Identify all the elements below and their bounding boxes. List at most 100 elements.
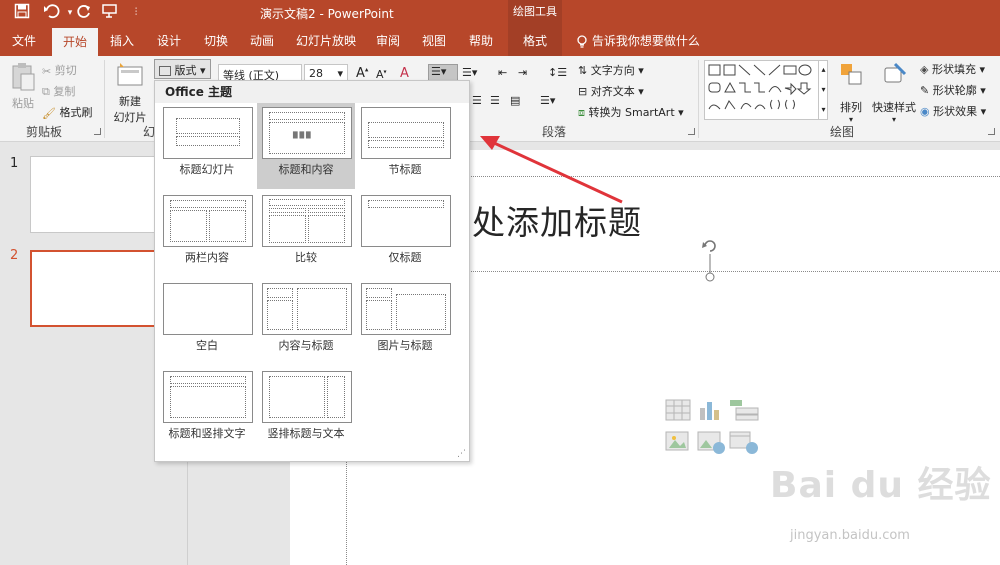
clear-format-button[interactable]: A — [400, 66, 409, 81]
clipboard-group-label: 剪贴板 — [26, 125, 63, 139]
tab-format[interactable]: 格式 — [508, 26, 562, 56]
chevron-down-icon: ▾ — [638, 85, 644, 98]
line-spacing-button[interactable]: ↕☰ — [548, 66, 567, 79]
tab-slideshow[interactable]: 幻灯片放映 — [288, 26, 364, 56]
customize-qat-icon[interactable]: ⫶ — [126, 3, 146, 23]
shape-fill-button[interactable]: ◈ 形状填充 ▾ — [920, 61, 985, 77]
convert-smartart-button[interactable]: ⧈ 转换为 SmartArt ▾ — [578, 104, 684, 120]
drawing-launcher-icon[interactable] — [988, 128, 995, 135]
smartart-label: 转换为 SmartArt — [588, 106, 675, 119]
text-direction-button[interactable]: ⇅ 文字方向 ▾ — [578, 62, 644, 78]
cut-button[interactable]: ✂ 剪切 — [42, 62, 77, 78]
resize-grip-icon[interactable]: ⋰ — [457, 449, 466, 459]
smartart-icon[interactable] — [730, 400, 759, 421]
tab-transitions[interactable]: 切换 — [194, 26, 238, 56]
online-picture-icon[interactable] — [697, 431, 725, 454]
slide-thumbnail-2[interactable] — [30, 250, 160, 327]
tab-home[interactable]: 开始 — [52, 28, 98, 56]
layout-title-vertical-text[interactable]: 标题和竖排文字 — [158, 367, 256, 453]
tab-animations[interactable]: 动画 — [240, 26, 284, 56]
align-right-icon: ☰ — [490, 94, 500, 107]
layout-title-slide[interactable]: 标题幻灯片 — [158, 103, 256, 189]
paste-icon — [12, 63, 35, 91]
clipboard-launcher-icon[interactable] — [94, 128, 101, 135]
columns-icon: ☰▾ — [540, 94, 556, 107]
shape-effects-button[interactable]: ◉ 形状效果 ▾ — [920, 103, 986, 119]
slide-thumbnail-1[interactable] — [30, 156, 160, 233]
layout-thumbnail — [262, 371, 352, 423]
chevron-down-icon: ▾ — [678, 106, 684, 119]
video-icon[interactable] — [729, 431, 758, 454]
layout-title-only[interactable]: 仅标题 — [356, 191, 454, 277]
bullets-icon: ☰ — [431, 65, 441, 78]
paint-bucket-icon: ◈ — [920, 63, 929, 76]
drawing-group-label: 绘图 — [830, 125, 855, 139]
annotation-arrow — [480, 136, 623, 204]
ribbon-tab-row: 文件 开始 插入 设计 切换 动画 幻灯片放映 审阅 视图 帮助 格式 告诉我你… — [0, 26, 1000, 56]
layout-comparison[interactable]: 比较 — [257, 191, 355, 277]
chevron-down-icon: ▾ — [980, 105, 987, 118]
layout-label: 比较 — [295, 251, 317, 264]
layout-picture-with-caption[interactable]: 图片与标题 — [356, 279, 454, 365]
table-icon[interactable] — [665, 399, 691, 421]
paste-button[interactable]: 粘贴 — [6, 62, 40, 111]
paragraph-launcher-icon[interactable] — [688, 128, 695, 135]
layout-label: 标题和内容 — [278, 163, 334, 176]
justify-button[interactable]: ▤ — [510, 94, 520, 107]
arrange-button[interactable]: 排列 ▾ — [836, 62, 866, 124]
layout-label: 图片与标题 — [377, 339, 433, 352]
layout-label: 仅标题 — [388, 251, 422, 264]
align-center-button[interactable]: ☰ — [472, 94, 482, 107]
font-size-value: 28 — [309, 67, 323, 80]
copy-icon: ⧉ — [42, 85, 50, 98]
copy-button[interactable]: ⧉ 复制 — [42, 83, 75, 99]
chevron-down-icon: ▾ — [638, 64, 644, 77]
start-from-beginning-icon[interactable] — [100, 3, 120, 23]
tab-design[interactable]: 设计 — [147, 26, 191, 56]
align-center-icon: ☰ — [472, 94, 482, 107]
tab-view[interactable]: 视图 — [412, 26, 456, 56]
chevron-down-icon: ▾ — [440, 65, 447, 78]
shapes-gallery-scroll[interactable]: ▴ ▾ ▾ — [818, 60, 828, 120]
shapes-gallery-icons — [708, 64, 812, 110]
columns-button[interactable]: ☰▾ — [540, 94, 555, 107]
tab-help[interactable]: 帮助 — [458, 26, 504, 56]
tell-me-text: 告诉我你想要做什么 — [591, 34, 700, 48]
new-slide-button[interactable]: 新建 幻灯片 — [112, 60, 148, 125]
layout-two-content[interactable]: 两栏内容 — [158, 191, 256, 277]
align-text-button[interactable]: ⊟ 对齐文本 ▾ — [578, 83, 644, 99]
tab-review[interactable]: 审阅 — [366, 26, 410, 56]
quick-styles-button[interactable]: 快速样式 ▾ — [870, 62, 918, 124]
save-icon[interactable] — [12, 3, 32, 23]
layout-vertical-title-text[interactable]: 竖排标题与文本 — [257, 367, 355, 453]
layout-title-and-content[interactable]: █ █ █ 标题和内容 — [257, 103, 355, 189]
arrange-icon — [841, 64, 862, 85]
numbering-icon: ☰▾ — [462, 66, 478, 79]
decrease-indent-button[interactable]: ⇤ — [498, 66, 507, 79]
shape-outline-button[interactable]: ✎ 形状轮廓 ▾ — [920, 82, 986, 98]
format-painter-button[interactable]: 🖌 格式刷 — [42, 104, 92, 120]
title-bar: ▾ ⫶ 演示文稿2 - PowerPoint 绘图工具 — [0, 0, 1000, 26]
arrange-label: 排列 — [840, 101, 862, 114]
tab-file[interactable]: 文件 — [0, 26, 48, 56]
drawing-tools-context-label: 绘图工具 — [508, 0, 562, 26]
tell-me-box[interactable]: 告诉我你想要做什么 — [576, 26, 700, 56]
increase-indent-button[interactable]: ⇥ — [518, 66, 527, 79]
undo-icon[interactable] — [42, 3, 62, 23]
layout-section-header[interactable]: 节标题 — [356, 103, 454, 189]
shape-fill-label: 形状填充 — [931, 63, 976, 76]
picture-icon[interactable] — [665, 431, 689, 451]
new-slide-icon — [117, 63, 143, 86]
layout-content-with-caption[interactable]: 内容与标题 — [257, 279, 355, 365]
layout-thumbnail — [163, 195, 253, 247]
rotate-handle-icon[interactable] — [700, 236, 720, 282]
numbering-button[interactable]: ☰▾ — [462, 66, 477, 79]
redo-icon[interactable] — [74, 3, 94, 23]
layout-button[interactable]: 版式 ▾ — [154, 59, 211, 79]
tab-insert[interactable]: 插入 — [100, 26, 144, 56]
layout-label: 内容与标题 — [278, 339, 334, 352]
layout-blank[interactable]: 空白 — [158, 279, 256, 365]
align-right-button[interactable]: ☰ — [490, 94, 500, 107]
chart-icon[interactable] — [700, 402, 719, 420]
shapes-gallery[interactable] — [704, 60, 828, 120]
